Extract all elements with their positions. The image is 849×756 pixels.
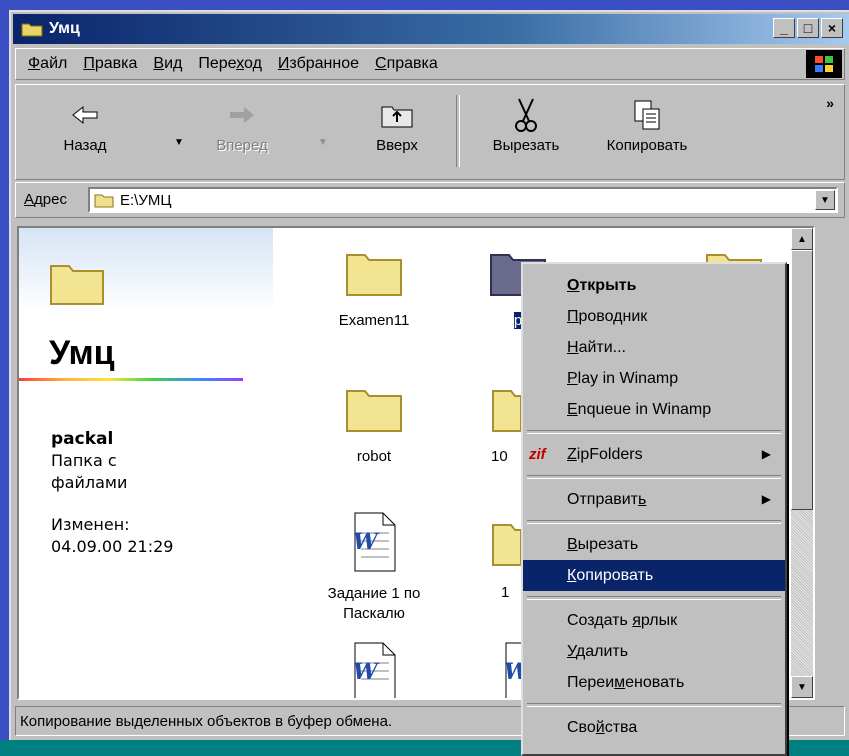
address-input[interactable]: E:\УМЦ ▼ [88,187,838,213]
back-button[interactable]: Назад [50,93,120,154]
menu-go[interactable]: Переход [198,55,262,73]
zipfolders-icon: zif [529,446,546,463]
modified-label: Изменен: [51,515,130,534]
menu-item-delete[interactable]: Удалить [523,636,785,667]
menu-help[interactable]: Справка [375,55,438,73]
address-dropdown-button[interactable]: ▼ [815,190,835,210]
up-button[interactable]: Вверх [362,93,432,154]
menu-file[interactable]: Файл [28,55,67,73]
scroll-thumb[interactable] [791,250,813,510]
item-type-line2: файлами [51,473,128,492]
panel-folder-title: Умц [49,334,115,372]
menu-item-create-shortcut[interactable]: Создать ярлык [523,605,785,636]
menu-item-rename[interactable]: Переименовать [523,667,785,698]
menu-item-zipfolders[interactable]: zif ZipFolders ▶ [523,439,785,470]
folder-icon [309,376,439,440]
copy-icon [588,93,706,137]
menu-edit[interactable]: Правка [83,55,137,73]
vertical-scrollbar[interactable]: ▲ ▼ [791,228,813,698]
submenu-arrow-icon: ▶ [761,492,771,506]
menu-separator [527,596,781,600]
back-dropdown-icon[interactable]: ▼ [174,137,184,148]
copy-button[interactable]: Копировать [588,93,706,154]
modified-value: 04.09.00 21:29 [51,537,174,556]
title-bar[interactable]: Умц _ □ × [13,14,849,44]
minimize-button[interactable]: _ [773,18,795,38]
selection-info: packal Папка с файлами Изменен: 04.09.00… [51,428,173,558]
menu-item-open[interactable]: Открыть [523,270,785,301]
menu-separator [527,430,781,434]
maximize-button[interactable]: □ [797,18,819,38]
status-text: Копирование выделенных объектов в буфер … [20,712,393,730]
menu-item-enqueue-winamp[interactable]: Enqueue in Winamp [523,394,785,425]
word-document-item[interactable]: W [299,640,449,698]
word-document-icon: W [299,640,449,698]
toolbar-separator [456,95,460,167]
menu-separator [527,520,781,524]
scroll-up-button[interactable]: ▲ [791,228,813,250]
up-folder-icon [362,93,432,137]
forward-dropdown-icon[interactable]: ▼ [318,137,328,148]
menu-view[interactable]: Вид [153,55,182,73]
large-folder-icon [49,258,105,311]
windows-logo-icon [806,50,842,78]
toolbar-more-chevron[interactable]: » [826,95,834,111]
address-bar: Адрес E:\УМЦ ▼ [15,182,845,218]
menu-item-explorer[interactable]: Проводник [523,301,785,332]
selected-item-name: packal [51,429,114,449]
menu-item-send-to[interactable]: Отправить ▶ [523,484,785,515]
menu-favorites[interactable]: Избранное [278,55,359,73]
address-value: E:\УМЦ [120,191,172,209]
menu-separator [527,475,781,479]
word-document-icon: W [299,510,449,574]
scroll-down-button[interactable]: ▼ [791,676,813,698]
menu-item-find[interactable]: Найти... [523,332,785,363]
word-document-item[interactable]: W Задание 1 по Паскалю [299,510,449,624]
address-folder-icon [94,192,114,208]
menu-item-properties[interactable]: Свойства [523,712,785,743]
scissors-icon [476,93,576,137]
item-type-line1: Папка с [51,451,117,470]
close-button[interactable]: × [821,18,843,38]
back-arrow-icon [50,93,120,137]
standard-toolbar: Назад ▼ Вперед ▼ Вверх Вырезать Копирова… [15,84,845,180]
window-title: Умц [49,20,80,37]
folder-item[interactable]: robot [309,376,439,465]
submenu-arrow-icon: ▶ [761,447,771,461]
folder-item[interactable]: Examen11 [309,240,439,329]
svg-text:W: W [353,529,380,555]
address-label: Адрес [24,191,67,208]
folder-icon [21,21,43,37]
menu-separator [527,703,781,707]
cut-button[interactable]: Вырезать [476,93,576,154]
menu-item-play-winamp[interactable]: Play in Winamp [523,363,785,394]
rainbow-divider [19,378,243,381]
forward-button[interactable]: Вперед [202,93,282,154]
context-menu: Открыть Проводник Найти... Play in Winam… [521,262,787,756]
forward-arrow-icon [202,93,282,137]
menu-item-copy[interactable]: Копировать [523,560,785,591]
menu-bar: Файл Правка Вид Переход Избранное Справк… [15,48,845,80]
menu-item-cut[interactable]: Вырезать [523,529,785,560]
folder-icon [309,240,439,304]
svg-text:W: W [353,659,380,685]
